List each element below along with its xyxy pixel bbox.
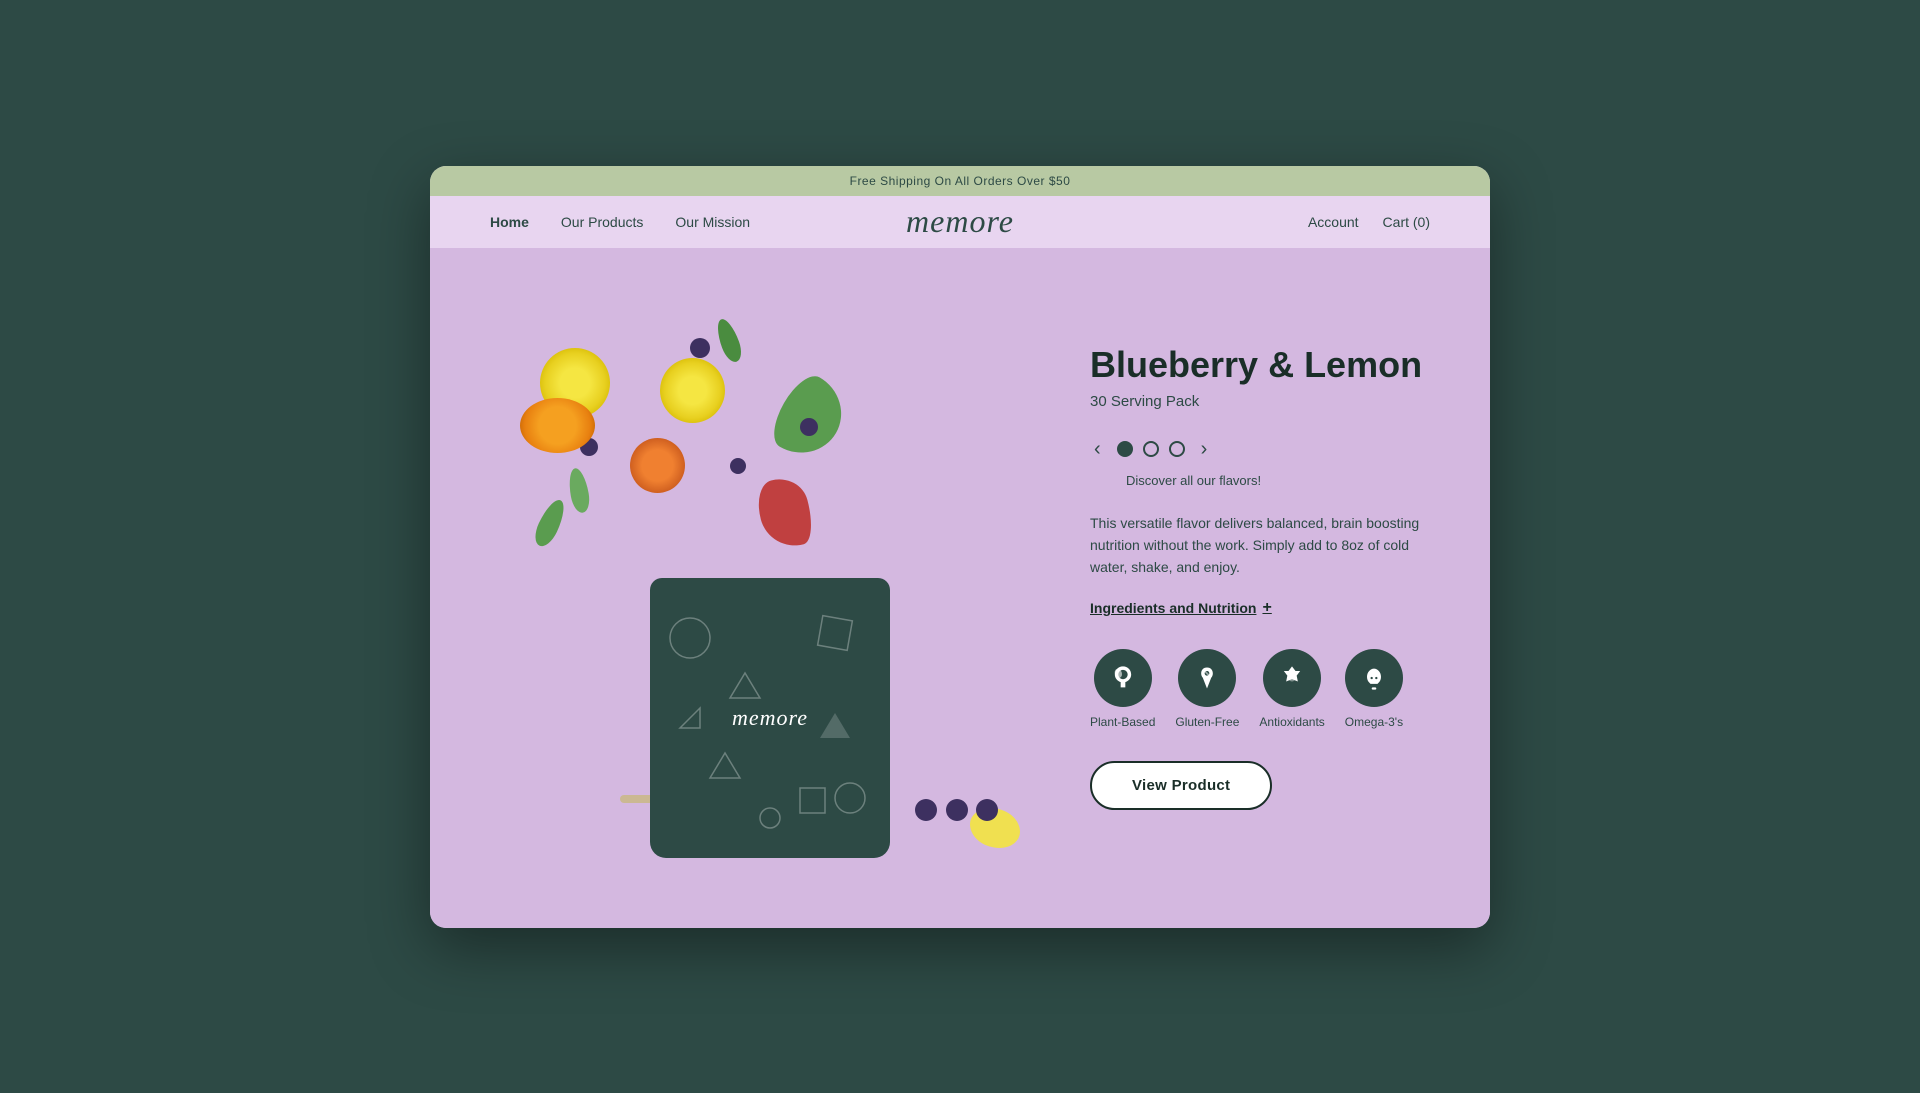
hero-section: memore Blueberry & Lemon 30 Serving Pack…	[430, 248, 1490, 928]
plant-based-icon-circle	[1094, 649, 1152, 707]
ingredients-nutrition-link[interactable]: Ingredients and Nutrition	[1090, 599, 1272, 617]
navbar: Home Our Products Our Mission memore Acc…	[430, 196, 1490, 248]
feature-antioxidants: Antioxidants	[1259, 649, 1324, 729]
omega3-icon-circle	[1345, 649, 1403, 707]
berry-2	[946, 799, 968, 821]
flavor-dot-1[interactable]	[1117, 441, 1133, 457]
nav-home[interactable]: Home	[490, 214, 529, 230]
omega3-label: Omega-3's	[1345, 715, 1403, 729]
feature-omega3: Omega-3's	[1345, 649, 1403, 729]
bag-logo-text: memore	[732, 705, 808, 731]
feature-gluten-free: Gluten-Free	[1175, 649, 1239, 729]
discover-flavors-text: Discover all our flavors!	[1126, 473, 1430, 488]
browser-window: Free Shipping On All Orders Over $50 Hom…	[430, 166, 1490, 928]
flavor-dots	[1117, 441, 1185, 457]
nav-mission[interactable]: Our Mission	[675, 214, 750, 230]
berry-3	[976, 799, 998, 821]
product-details: Blueberry & Lemon 30 Serving Pack ‹ › Di…	[1090, 325, 1430, 830]
gluten-free-icon	[1193, 664, 1221, 692]
nav-links-left: Home Our Products Our Mission	[490, 214, 960, 230]
product-bag: memore	[650, 578, 890, 858]
product-subtitle: 30 Serving Pack	[1090, 393, 1430, 410]
site-logo[interactable]: memore	[906, 203, 1014, 240]
flavor-selector: ‹ ›	[1090, 434, 1430, 465]
nav-products[interactable]: Our Products	[561, 214, 643, 230]
product-image-area: memore	[490, 298, 1050, 858]
product-description: This versatile flavor delivers balanced,…	[1090, 512, 1430, 579]
blueberry-ingredient-3	[730, 458, 746, 474]
nav-cart[interactable]: Cart (0)	[1383, 214, 1430, 230]
nav-links-right: Account Cart (0)	[960, 214, 1430, 230]
gluten-free-label: Gluten-Free	[1175, 715, 1239, 729]
berry-1	[915, 799, 937, 821]
green-leaf-ingredient-1	[530, 496, 569, 550]
orange-ingredient	[520, 398, 595, 453]
berries-bottom-decoration	[913, 797, 1000, 828]
next-flavor-button[interactable]: ›	[1197, 434, 1212, 465]
carrot-ingredient	[630, 438, 685, 493]
spinach-ingredient-1	[713, 316, 745, 364]
ingredients-label-text: Ingredients and Nutrition	[1090, 600, 1256, 616]
banner-text: Free Shipping On All Orders Over $50	[850, 174, 1071, 188]
promo-banner: Free Shipping On All Orders Over $50	[430, 166, 1490, 196]
nav-account[interactable]: Account	[1308, 214, 1359, 230]
green-leaf-ingredient-2	[566, 466, 592, 513]
product-title: Blueberry & Lemon	[1090, 345, 1430, 385]
red-gel-ingredient	[752, 472, 818, 553]
flavor-dot-2[interactable]	[1143, 441, 1159, 457]
plant-based-icon	[1109, 664, 1137, 692]
plant-based-label: Plant-Based	[1090, 715, 1155, 729]
gluten-free-icon-circle	[1178, 649, 1236, 707]
feature-plant-based: Plant-Based	[1090, 649, 1155, 729]
antioxidants-label: Antioxidants	[1259, 715, 1324, 729]
lemon-ingredient-2	[660, 358, 725, 423]
blueberry-ingredient-4	[800, 418, 818, 436]
prev-flavor-button[interactable]: ‹	[1090, 434, 1105, 465]
omega3-icon	[1360, 664, 1388, 692]
blueberry-ingredient-1	[690, 338, 710, 358]
view-product-button[interactable]: View Product	[1090, 761, 1272, 810]
flavor-dot-3[interactable]	[1169, 441, 1185, 457]
antioxidants-icon	[1278, 664, 1306, 692]
antioxidants-icon-circle	[1263, 649, 1321, 707]
feature-icons-row: Plant-Based Gluten-Free	[1090, 649, 1430, 729]
